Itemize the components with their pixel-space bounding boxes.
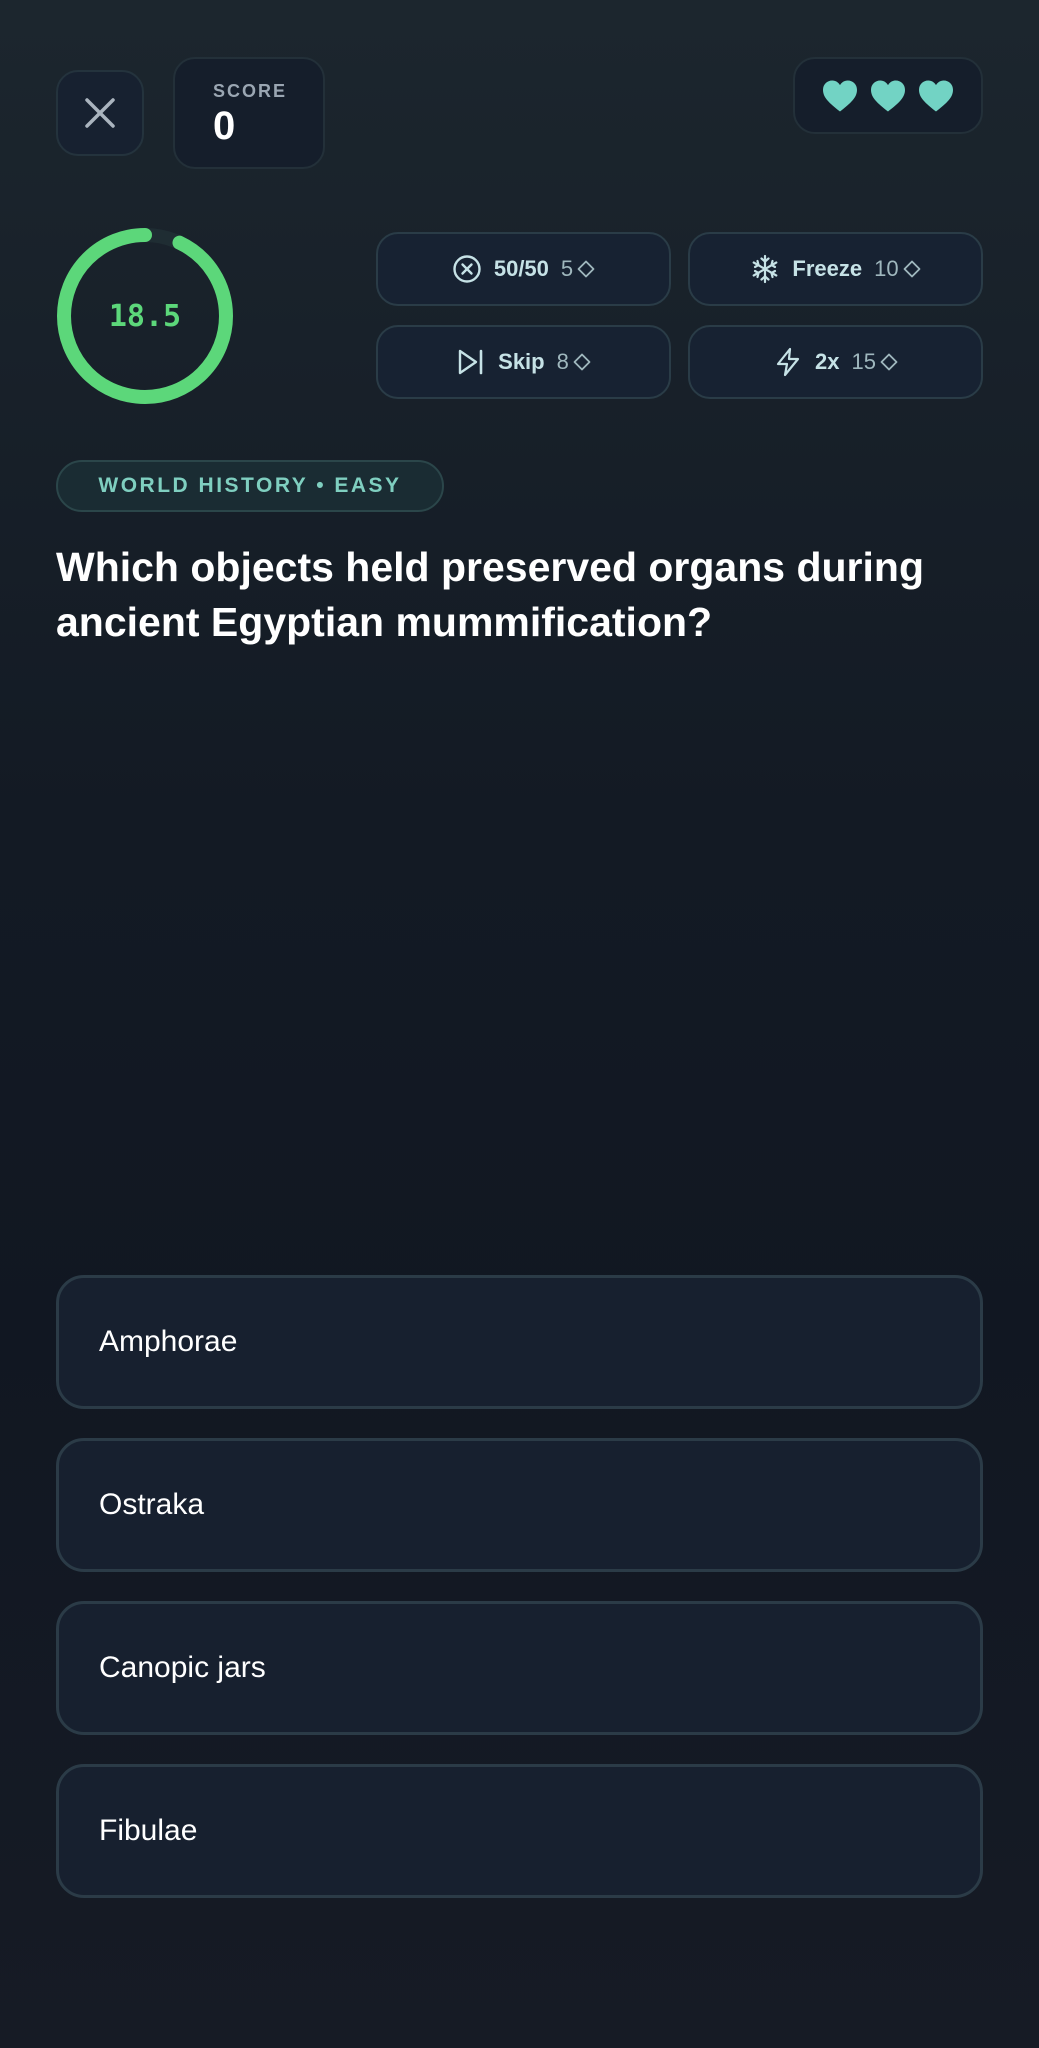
category-badge: WORLD HISTORY • EASY bbox=[56, 460, 444, 512]
double-points-button[interactable]: 2x 15 bbox=[688, 325, 983, 399]
score-label: SCORE bbox=[213, 81, 288, 101]
skip-cost: 8 bbox=[557, 349, 591, 375]
gem-icon bbox=[880, 353, 898, 371]
gem-icon bbox=[903, 260, 920, 278]
fifty-fifty-cost: 5 bbox=[561, 256, 595, 282]
close-icon bbox=[85, 98, 115, 128]
answer-label: Ostraka bbox=[99, 1488, 205, 1521]
freeze-button[interactable]: Freeze 10 bbox=[688, 232, 983, 306]
answer-option[interactable]: Canopic jars bbox=[56, 1601, 983, 1735]
freeze-label: Freeze bbox=[792, 256, 863, 281]
answer-option[interactable]: Amphorae bbox=[56, 1275, 983, 1409]
snowflake-icon bbox=[752, 254, 778, 284]
double-points-label: 2x bbox=[815, 349, 840, 374]
cost-value: 10 bbox=[874, 256, 899, 281]
close-button[interactable] bbox=[56, 70, 144, 156]
heart-icon bbox=[871, 80, 905, 111]
lives-indicator bbox=[793, 57, 983, 134]
skip-icon bbox=[458, 349, 483, 375]
score-value: 0 bbox=[213, 104, 236, 148]
answer-option[interactable]: Fibulae bbox=[56, 1764, 983, 1898]
freeze-cost: 10 bbox=[874, 256, 920, 282]
gem-icon bbox=[577, 260, 595, 278]
fifty-fifty-icon bbox=[453, 255, 481, 283]
cost-value: 5 bbox=[560, 256, 574, 281]
cost-value: 8 bbox=[556, 349, 569, 374]
fifty-fifty-button[interactable]: 50/50 5 bbox=[376, 232, 671, 306]
fifty-fifty-label: 50/50 bbox=[493, 256, 549, 281]
answer-label: Canopic jars bbox=[99, 1651, 266, 1684]
answer-label: Fibulae bbox=[99, 1814, 198, 1847]
cost-value: 15 bbox=[851, 349, 876, 374]
score-card: SCORE 0 bbox=[173, 57, 325, 169]
gem-icon bbox=[573, 353, 591, 371]
answer-label: Amphorae bbox=[99, 1325, 238, 1358]
question-text: Which objects held preserved organs duri… bbox=[56, 544, 924, 645]
skip-label: Skip bbox=[498, 349, 545, 374]
heart-icon bbox=[823, 80, 857, 111]
timer-value: 18.5 bbox=[108, 298, 182, 334]
skip-button[interactable]: Skip 8 bbox=[376, 325, 671, 399]
heart-icon bbox=[919, 80, 953, 111]
lightning-icon bbox=[776, 347, 800, 377]
answer-option[interactable]: Ostraka bbox=[56, 1438, 983, 1572]
double-points-cost: 15 bbox=[852, 349, 898, 375]
